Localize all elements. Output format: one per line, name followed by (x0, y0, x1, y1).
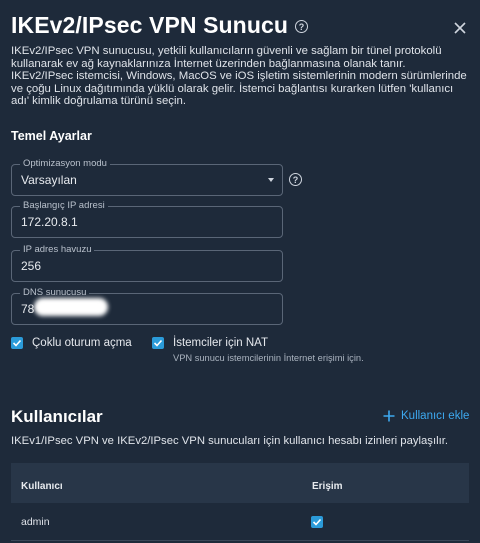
start-ip-label: Başlangıç IP adresi (20, 200, 108, 212)
close-icon[interactable] (454, 22, 466, 34)
start-ip-field[interactable]: Başlangıç IP adresi 172.20.8.1 (11, 200, 283, 238)
add-user-label: Kullanıcı ekle (401, 410, 470, 422)
check-icon (153, 339, 163, 347)
ip-pool-value: 256 (21, 259, 42, 273)
ip-pool-label: IP adres havuzu (20, 244, 95, 256)
dialog-title: IKEv2/IPsec VPN Sunucu (11, 12, 289, 38)
ip-pool-field[interactable]: IP adres havuzu 256 (11, 244, 283, 282)
dns-server-field[interactable]: DNS sunucusu 78 (11, 287, 283, 325)
optimization-help-icon[interactable]: ? (289, 173, 302, 186)
optimization-mode-value: Varsayılan (21, 173, 77, 187)
check-icon (312, 518, 322, 526)
nat-description: VPN sunucu istemcilerinin İnternet erişi… (173, 353, 364, 363)
basic-settings-heading: Temel Ayarlar (11, 129, 92, 143)
optimization-mode-select[interactable]: Optimizasyon modu Varsayılan (11, 158, 283, 196)
dialog-header: IKEv2/IPsec VPN Sunucu ? (11, 12, 309, 39)
row-divider (11, 540, 469, 541)
table-header: Kullanıcı Erişim (11, 463, 469, 503)
users-table: Kullanıcı Erişim admin (11, 463, 469, 543)
start-ip-value: 172.20.8.1 (21, 215, 78, 229)
chevron-down-icon (268, 178, 274, 182)
check-icon (12, 339, 22, 347)
add-user-button[interactable]: Kullanıcı ekle (383, 410, 469, 422)
help-icon[interactable]: ? (295, 20, 309, 33)
multi-session-checkbox[interactable] (11, 337, 23, 349)
nat-checkbox[interactable] (152, 337, 164, 349)
plus-icon (383, 410, 395, 422)
redaction-blur (34, 298, 108, 316)
user-name-cell: admin (21, 516, 50, 528)
access-checkbox[interactable] (311, 516, 323, 528)
users-description: IKEv1/IPsec VPN ve IKEv2/IPsec VPN sunuc… (11, 435, 449, 447)
nat-label: İstemciler için NAT (173, 337, 268, 349)
multi-session-label: Çoklu oturum açma (32, 337, 132, 349)
optimization-mode-label: Optimizasyon modu (20, 158, 110, 170)
column-header-user: Kullanıcı (21, 481, 63, 492)
dialog-description: IKEv2/IPsec VPN sunucusu, yetkili kullan… (11, 45, 467, 108)
users-heading: Kullanıcılar (11, 407, 103, 426)
column-header-access: Erişim (312, 481, 343, 492)
dns-server-value: 78 (21, 302, 35, 316)
